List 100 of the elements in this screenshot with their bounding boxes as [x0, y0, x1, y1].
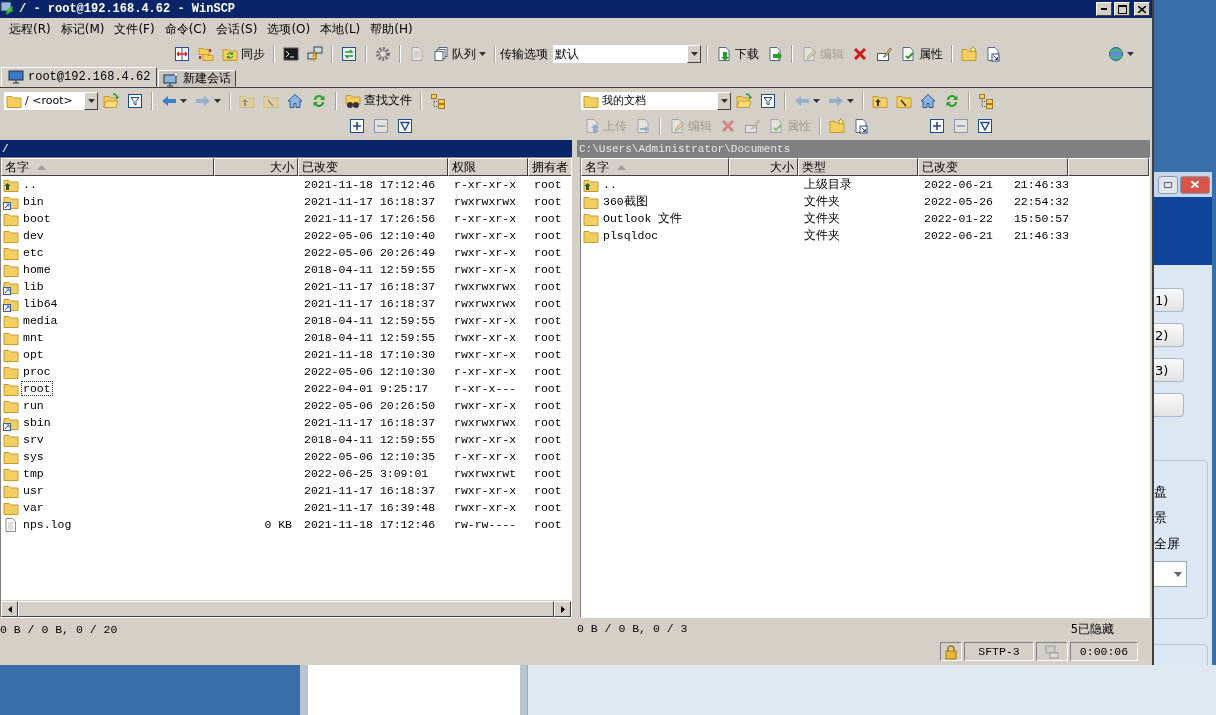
- minimize-icon: [1101, 8, 1107, 10]
- table-cell-text: rwxr-xr-x: [453, 484, 518, 497]
- table-cell-text: rwxr-xr-x: [453, 314, 518, 327]
- session-tab[interactable]: root@192.168.4.62: [1, 67, 158, 87]
- restore-button[interactable]: [1158, 175, 1178, 194]
- table-cell-text: 2022-01-22 15:50:57: [923, 212, 1068, 225]
- column-header[interactable]: 类型: [798, 158, 918, 176]
- file-name[interactable]: var: [21, 500, 46, 515]
- menu-item[interactable]: 文件(F): [109, 20, 160, 38]
- menu-item[interactable]: 标记(M): [55, 20, 110, 38]
- table-cell-text: 2021-11-17 16:18:37: [303, 484, 437, 497]
- synchronize-button[interactable]: 同步: [218, 43, 269, 65]
- table-cell-text: root: [533, 331, 563, 344]
- file-name[interactable]: tmp: [21, 466, 46, 481]
- file-name[interactable]: nps.log: [21, 517, 74, 532]
- table-cell-text: 2022-05-06 20:26:49: [303, 246, 437, 259]
- file-name[interactable]: 360截图: [601, 193, 650, 210]
- column-header[interactable]: [1068, 158, 1149, 176]
- file-name[interactable]: etc: [21, 245, 46, 260]
- toolbar-label: 传输选项: [500, 45, 548, 63]
- table-cell-text: root: [533, 382, 563, 395]
- column-header[interactable]: 已改变: [918, 158, 1068, 176]
- queue-button[interactable]: 队列: [429, 43, 490, 65]
- file-name[interactable]: sbin: [21, 415, 53, 430]
- open-folder-icon: [103, 92, 119, 109]
- column-header[interactable]: 已改变: [298, 158, 448, 176]
- table-cell-text: 文件夹: [803, 194, 841, 209]
- table-cell-text: root: [533, 297, 563, 310]
- file-name[interactable]: mnt: [21, 330, 46, 345]
- table-cell-text: rwxr-xr-x: [453, 263, 518, 276]
- file-name[interactable]: proc: [21, 364, 53, 379]
- delete-icon: [852, 46, 868, 62]
- file-name[interactable]: Outlook 文件: [601, 210, 685, 227]
- file-icon: [3, 516, 19, 533]
- horizontal-scrollbar[interactable]: [1, 600, 571, 617]
- file-name[interactable]: bin: [21, 194, 46, 209]
- menu-item[interactable]: 命令(C): [159, 20, 212, 38]
- download-button[interactable]: 下载: [712, 43, 763, 65]
- dialog-button[interactable]: 2): [1154, 323, 1184, 347]
- path-dropdown[interactable]: 我的文档: [580, 90, 732, 111]
- file-name[interactable]: usr: [21, 483, 46, 498]
- column-header[interactable]: 名字: [1, 158, 214, 176]
- file-name[interactable]: lib: [21, 279, 46, 294]
- transfer-settings-dropdown[interactable]: 默认: [552, 44, 702, 64]
- file-name[interactable]: media: [21, 313, 60, 328]
- dialog-button[interactable]: 3): [1154, 358, 1184, 382]
- documents-icon: [433, 46, 449, 62]
- properties-button[interactable]: 属性: [896, 43, 947, 65]
- dialog-banner: [1154, 197, 1212, 265]
- table-cell-text: 2021-11-18 17:12:46: [303, 518, 437, 531]
- file-name[interactable]: dev: [21, 228, 46, 243]
- file-name[interactable]: lib64: [21, 296, 60, 311]
- menu-item[interactable]: 帮助(H): [365, 20, 418, 38]
- table-cell-text: 2022-06-21 21:46:33: [923, 229, 1068, 242]
- file-name[interactable]: srv: [21, 432, 46, 447]
- column-header[interactable]: 大小: [729, 158, 798, 176]
- monitor-icon: [8, 69, 24, 85]
- file-name[interactable]: plsqldoc: [601, 228, 661, 243]
- menu-item[interactable]: 选项(O): [262, 20, 316, 38]
- refresh-icon: [944, 92, 960, 109]
- file-name[interactable]: root: [21, 381, 53, 396]
- minimize-button[interactable]: [1096, 2, 1112, 16]
- file-name[interactable]: sys: [21, 449, 46, 464]
- dialog-button[interactable]: 1): [1154, 288, 1184, 312]
- column-header[interactable]: 大小: [214, 158, 298, 176]
- new-folder-icon: [961, 46, 977, 62]
- restore-icon: [1164, 181, 1172, 188]
- find-files-button[interactable]: 查找文件: [341, 89, 416, 112]
- column-header[interactable]: 权限: [448, 158, 528, 176]
- selection-summary: 0 B / 0 B, 0 / 3: [577, 622, 688, 637]
- option-label: 全屏: [1154, 535, 1181, 553]
- table-cell-text: rwxrwxrwx: [453, 297, 518, 310]
- table-cell-text: 2022-04-01 9:25:17: [303, 382, 430, 395]
- file-name[interactable]: ..: [601, 177, 619, 192]
- file-name[interactable]: run: [21, 398, 46, 413]
- file-name[interactable]: boot: [21, 211, 53, 226]
- path-bar: C:\Users\Administrator\Documents: [577, 140, 1150, 157]
- dialog-button[interactable]: [1154, 393, 1184, 417]
- file-name[interactable]: opt: [21, 347, 46, 362]
- table-cell-text: 2022-05-06 12:10:35: [303, 450, 437, 463]
- table-cell-text: root: [533, 263, 563, 276]
- table-cell-text: rwxr-xr-x: [453, 433, 518, 446]
- table-cell-text: r-xr-xr-x: [453, 212, 518, 225]
- path-dropdown[interactable]: / <root>: [3, 90, 99, 111]
- dropdown[interactable]: [1154, 561, 1187, 587]
- menu-item[interactable]: 会话(S): [211, 20, 263, 38]
- caret-icon: [813, 98, 820, 103]
- menu-item[interactable]: 本地(L): [315, 20, 366, 38]
- session-tab[interactable]: 新建会话: [158, 70, 237, 87]
- caret-icon: [690, 52, 698, 56]
- caret-icon: [1174, 571, 1182, 577]
- table-cell-text: 2022-06-21 21:46:33: [923, 178, 1068, 191]
- table-cell-text: 0 KB: [263, 518, 293, 531]
- menu-item[interactable]: 远程(R): [4, 20, 56, 38]
- table-cell-text: rwxr-xr-x: [453, 246, 518, 259]
- file-name[interactable]: home: [21, 262, 53, 277]
- column-header[interactable]: 拥有者: [528, 158, 571, 176]
- file-name[interactable]: ..: [21, 177, 39, 192]
- maximize-button[interactable]: [1114, 2, 1130, 16]
- column-header[interactable]: 名字: [581, 158, 729, 176]
